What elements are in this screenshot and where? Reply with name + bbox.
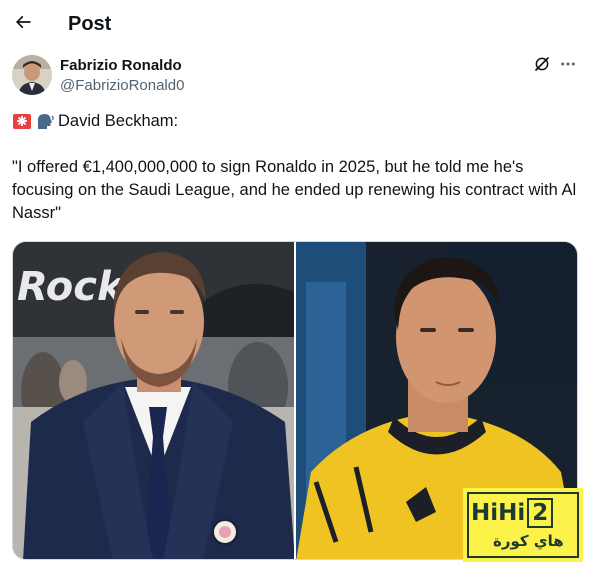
grok-button[interactable]	[531, 55, 553, 77]
author-handle[interactable]: @FabrizioRonald0	[60, 76, 184, 96]
page-title: Post	[68, 13, 112, 35]
police-light-emoji	[12, 111, 32, 131]
author-display-name[interactable]: Fabrizio Ronaldo	[60, 56, 184, 76]
avatar[interactable]	[12, 55, 52, 95]
grok-slash-circle-icon	[533, 55, 551, 78]
tweet-quote-text: "I offered €1,400,000,000 to sign Ronald…	[12, 158, 577, 222]
author-block: Fabrizio Ronaldo @FabrizioRonald0	[12, 55, 184, 97]
watermark-logo: HiHi 2 هاي كورة	[463, 488, 583, 562]
more-options-button[interactable]	[557, 55, 579, 77]
back-button[interactable]	[10, 11, 36, 37]
tweet-intro-line: David Beckham:	[12, 108, 577, 134]
arrow-left-icon	[13, 12, 33, 37]
speaking-head-emoji	[35, 111, 55, 131]
tweet-text: David Beckham: "I offered €1,400,000,000…	[12, 108, 577, 225]
author-names: Fabrizio Ronaldo @FabrizioRonald0	[60, 56, 184, 96]
background-banner-text: Rock	[17, 264, 126, 310]
tweet-intro-text: David Beckham:	[58, 111, 179, 130]
man-in-navy-suit-photo[interactable]: Rock	[13, 242, 294, 559]
watermark-latin-text: HiHi 2	[471, 498, 554, 528]
watermark-arabic-text: هاي كورة	[493, 532, 564, 550]
more-dots-icon	[559, 55, 577, 78]
post-header: Post	[0, 0, 593, 52]
